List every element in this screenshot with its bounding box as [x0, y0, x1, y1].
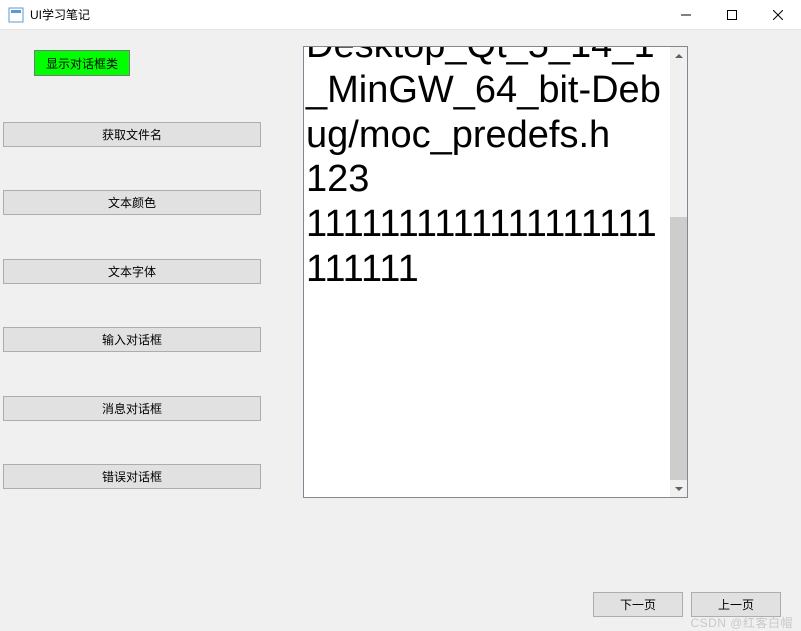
text-color-button[interactable]: 文本颜色: [3, 190, 261, 215]
text-content[interactable]: Desktop_Qt_5_14_1_MinGW_64_bit-Debug/moc…: [306, 46, 672, 292]
scroll-down-arrow-icon[interactable]: [670, 480, 687, 497]
input-dialog-label: 输入对话框: [102, 331, 162, 348]
text-color-label: 文本颜色: [108, 194, 156, 211]
get-filename-label: 获取文件名: [102, 126, 162, 143]
titlebar: UI学习笔记: [0, 0, 801, 30]
text-font-button[interactable]: 文本字体: [3, 259, 261, 284]
message-dialog-button[interactable]: 消息对话框: [3, 396, 261, 421]
maximize-button[interactable]: [709, 0, 755, 30]
next-page-button[interactable]: 下一页: [593, 592, 683, 617]
prev-page-label: 上一页: [718, 596, 754, 613]
get-filename-button[interactable]: 获取文件名: [3, 122, 261, 147]
error-dialog-button[interactable]: 错误对话框: [3, 464, 261, 489]
input-dialog-button[interactable]: 输入对话框: [3, 327, 261, 352]
app-icon: [8, 7, 24, 23]
next-page-label: 下一页: [620, 596, 656, 613]
show-dialog-class-button[interactable]: 显示对话框类: [34, 50, 130, 76]
message-dialog-label: 消息对话框: [102, 400, 162, 417]
titlebar-left: UI学习笔记: [8, 6, 90, 23]
client-area: 显示对话框类 获取文件名 文本颜色 文本字体 输入对话框 消息对话框 错误对话框…: [0, 30, 801, 631]
minimize-button[interactable]: [663, 0, 709, 30]
text-font-label: 文本字体: [108, 263, 156, 280]
error-dialog-label: 错误对话框: [102, 468, 162, 485]
scroll-up-arrow-icon[interactable]: [670, 47, 687, 64]
close-button[interactable]: [755, 0, 801, 30]
window-controls: [663, 0, 801, 29]
text-display-panel[interactable]: Desktop_Qt_5_14_1_MinGW_64_bit-Debug/moc…: [303, 46, 688, 498]
watermark-text: CSDN @红客白帽: [690, 614, 793, 631]
scrollbar-thumb[interactable]: [670, 217, 687, 482]
vertical-scrollbar[interactable]: [670, 47, 687, 497]
window-title: UI学习笔记: [30, 6, 90, 23]
show-dialog-class-label: 显示对话框类: [46, 55, 118, 72]
